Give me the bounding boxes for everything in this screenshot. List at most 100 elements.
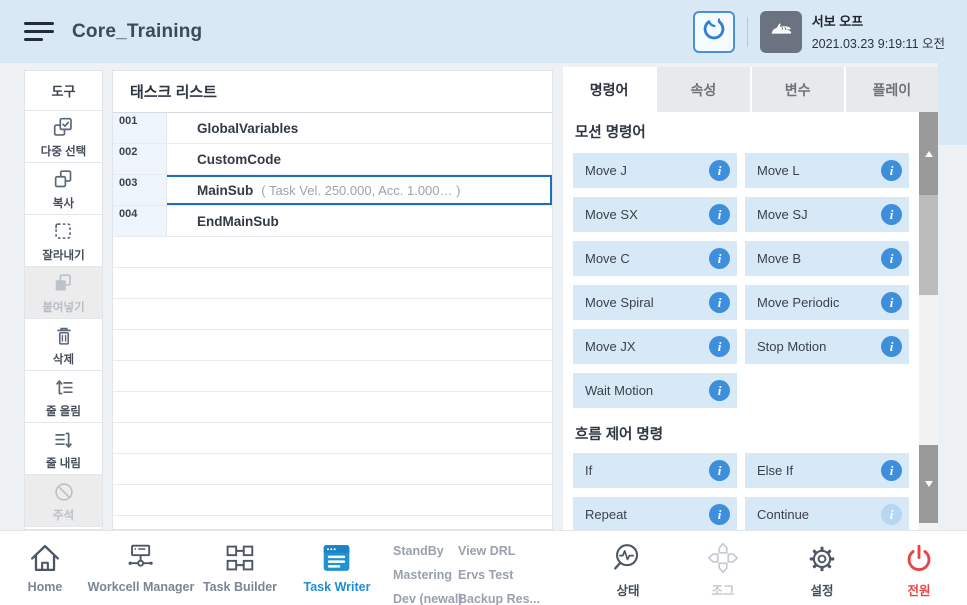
- nav-task-builder[interactable]: Task Builder: [203, 538, 277, 594]
- command-move-j[interactable]: Move J i: [573, 153, 737, 188]
- copy-icon: [51, 166, 77, 194]
- command-label: Else If: [757, 463, 793, 478]
- tool-cut-button[interactable]: 잘라내기: [25, 215, 102, 267]
- command-if[interactable]: If i: [573, 453, 737, 488]
- tool-label: 삭제: [53, 351, 74, 367]
- command-label: Move J: [585, 163, 627, 178]
- info-icon[interactable]: i: [709, 504, 730, 525]
- command-wait-motion[interactable]: Wait Motioni: [573, 373, 737, 408]
- task-detail: ( Task Vel. 250.000, Acc. 1.000… ): [261, 183, 460, 198]
- task-row-002[interactable]: 002 CustomCode: [113, 144, 552, 175]
- info-icon[interactable]: i: [881, 460, 902, 481]
- info-icon[interactable]: i: [881, 204, 902, 225]
- nav-jog[interactable]: 조그: [704, 538, 742, 599]
- status-text-line: Mastering: [393, 563, 462, 587]
- robot-mode-button[interactable]: [693, 11, 735, 53]
- gripper-icon: [699, 14, 729, 49]
- tool-line-down-button[interactable]: 줄 내림: [25, 423, 102, 475]
- command-label: Move SX: [585, 207, 638, 222]
- home-icon: [26, 538, 64, 578]
- menu-icon: [24, 22, 54, 25]
- tab-properties[interactable]: 속성: [657, 67, 751, 112]
- status-text-line: Ervs Test: [458, 563, 540, 587]
- hand-guide-button[interactable]: [760, 11, 802, 53]
- tab-commands[interactable]: 명령어: [563, 67, 657, 112]
- command-move-b[interactable]: Move Bi: [745, 241, 909, 276]
- task-row-004[interactable]: 004EndMainSub: [113, 206, 552, 237]
- task-builder-icon: [221, 538, 259, 578]
- tool-paste-button[interactable]: 붙여넣기: [25, 267, 102, 319]
- command-label: Stop Motion: [757, 339, 826, 354]
- info-icon[interactable]: i: [709, 380, 730, 401]
- task-row-empty: [113, 330, 552, 361]
- servo-status: 서보 오프: [812, 11, 945, 30]
- command-label: Move C: [585, 251, 630, 266]
- scrollbar: [919, 112, 938, 530]
- tool-delete-button[interactable]: 삭제: [25, 319, 102, 371]
- tab-variables[interactable]: 변수: [752, 67, 846, 112]
- triangle-down-icon: [925, 481, 933, 487]
- info-icon[interactable]: i: [881, 160, 902, 181]
- cut-icon: [51, 218, 77, 246]
- info-icon[interactable]: i: [881, 248, 902, 269]
- info-icon[interactable]: i: [709, 204, 730, 225]
- row-number: 002: [113, 144, 167, 174]
- info-icon[interactable]: i: [709, 336, 730, 357]
- info-icon[interactable]: i: [881, 292, 902, 313]
- command-stop-motion[interactable]: Stop Motion i: [745, 329, 909, 364]
- task-row-001[interactable]: 001GlobalVariables: [113, 113, 552, 144]
- info-icon[interactable]: i: [881, 336, 902, 357]
- command-move-sx[interactable]: Move SX i: [573, 197, 737, 232]
- command-move-sj[interactable]: Move SJi: [745, 197, 909, 232]
- nav-power[interactable]: 전원: [900, 538, 938, 599]
- tools-sidebar: 도구 다중 선택복사잘라내기붙여넣기삭제줄 올림줄 내림주석: [24, 70, 103, 530]
- info-icon[interactable]: i: [709, 292, 730, 313]
- row-number: 004: [113, 206, 167, 236]
- command-panel-content: 모션 명령어Move JiMove LiMove SXiMove SJiMove…: [563, 112, 938, 530]
- scroll-up-button[interactable]: [919, 112, 938, 195]
- command-move-l[interactable]: Move Li: [745, 153, 909, 188]
- command-move-periodic[interactable]: Move Periodic i: [745, 285, 909, 320]
- command-move-jx[interactable]: Move JX i: [573, 329, 737, 364]
- task-row-empty: [113, 392, 552, 423]
- tool-comment-button[interactable]: 주석: [25, 475, 102, 527]
- command-continue[interactable]: Continuei: [745, 497, 909, 530]
- command-label: Move Periodic: [757, 295, 839, 310]
- nav-task-writer[interactable]: Task Writer: [304, 538, 371, 594]
- command-else-if[interactable]: Else If i: [745, 453, 909, 488]
- info-icon[interactable]: i: [709, 160, 730, 181]
- menu-button[interactable]: [24, 22, 54, 41]
- info-icon[interactable]: i: [709, 248, 730, 269]
- command-label: If: [585, 463, 592, 478]
- scrollbar-thumb[interactable]: [919, 195, 938, 295]
- task-name: CustomCode: [197, 152, 281, 167]
- tool-copy-button[interactable]: 복사: [25, 163, 102, 215]
- status-text-line: StandBy: [393, 539, 462, 563]
- status-text-col2: View DRLErvs TestBackup Res...: [458, 539, 540, 605]
- command-repeat[interactable]: Repeati: [573, 497, 737, 530]
- tool-multi-select-button[interactable]: 다중 선택: [25, 111, 102, 163]
- info-icon[interactable]: i: [881, 504, 902, 525]
- info-icon[interactable]: i: [709, 460, 730, 481]
- nav-status[interactable]: 상태: [609, 538, 647, 599]
- tab-play[interactable]: 플레이: [846, 67, 938, 112]
- task-row-empty: [113, 268, 552, 299]
- nav-home[interactable]: Home: [26, 538, 64, 594]
- command-move-c[interactable]: Move C i: [573, 241, 737, 276]
- nav-label: Task Builder: [203, 580, 277, 594]
- header-right: 서보 오프 2021.03.23 9:19:11 오전: [693, 0, 945, 63]
- command-move-spiral[interactable]: Move Spirali: [573, 285, 737, 320]
- tool-label: 다중 선택: [41, 143, 87, 159]
- page-title: Core_Training: [72, 21, 202, 43]
- nav-settings[interactable]: 설정: [803, 538, 841, 599]
- nav-workcell-manager[interactable]: Workcell Manager: [88, 538, 195, 594]
- section-title: 모션 명령어: [575, 124, 938, 142]
- tool-line-up-button[interactable]: 줄 올림: [25, 371, 102, 423]
- scroll-down-button[interactable]: [919, 445, 938, 523]
- header-divider: [747, 17, 748, 47]
- task-row-003[interactable]: 003MainSub( Task Vel. 250.000, Acc. 1.00…: [113, 175, 552, 206]
- task-name: MainSub: [197, 183, 253, 198]
- command-label: Move JX: [585, 339, 636, 354]
- status-text-col1: StandByMasteringDev (newal): [393, 539, 462, 605]
- nav-label: Task Writer: [304, 580, 371, 594]
